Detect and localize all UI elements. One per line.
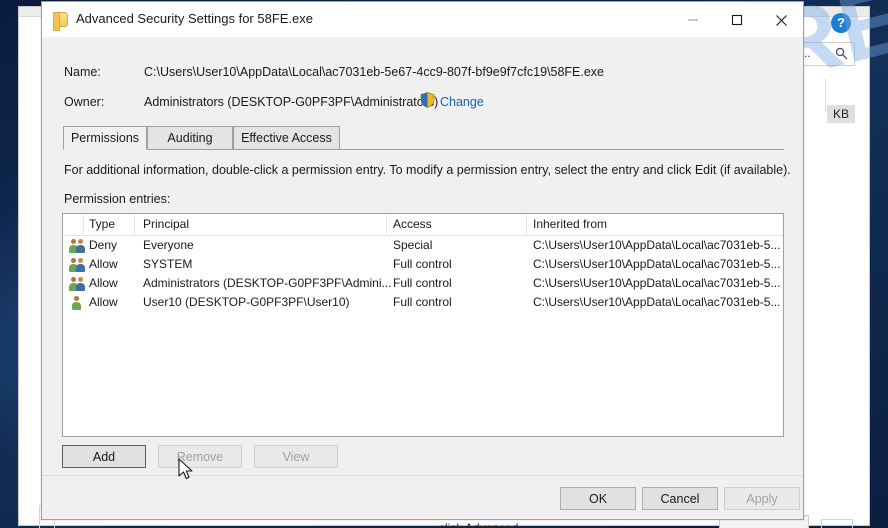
help-icon[interactable]: ? (831, 13, 851, 33)
background-panel-corner (821, 519, 853, 528)
tab-permissions-label: Permissions (70, 131, 140, 145)
info-text: For additional information, double-click… (64, 163, 791, 177)
row-inherited-from: C:\Users\User10\AppData\Local\ac7031eb-5… (533, 257, 781, 271)
background-footnote: click Advanced (439, 521, 519, 528)
row-inherited-from: C:\Users\User10\AppData\Local\ac7031eb-5… (533, 295, 781, 309)
file-size-badge: KB (826, 105, 855, 123)
name-value: C:\Users\User10\AppData\Local\ac7031eb-5… (144, 65, 604, 79)
row-principal: SYSTEM (143, 257, 193, 271)
minimize-icon[interactable] (671, 2, 715, 38)
row-type: Deny (89, 238, 118, 252)
desktop-background: ? -8... KB click Advanced MYANTISPYWARE.… (0, 0, 888, 528)
tab-effective-access[interactable]: Effective Access (233, 126, 340, 150)
ok-button[interactable]: OK (560, 487, 636, 510)
cancel-button[interactable]: Cancel (642, 487, 718, 510)
column-divider (83, 215, 84, 234)
row-inherited-from: C:\Users\User10\AppData\Local\ac7031eb-5… (533, 276, 781, 290)
row-principal: Everyone (143, 238, 194, 252)
permission-entries-label: Permission entries: (64, 192, 171, 206)
tab-effective-access-label: Effective Access (241, 131, 332, 145)
window-controls (671, 2, 803, 38)
row-access: Full control (393, 295, 452, 309)
table-row[interactable]: Deny Everyone Special C:\Users\User10\Ap… (63, 236, 783, 255)
table-row[interactable]: Allow User10 (DESKTOP-G0PF3PF\User10) Fu… (63, 293, 783, 312)
dialog-title: Advanced Security Settings for 58FE.exe (76, 11, 314, 26)
row-principal: Administrators (DESKTOP-G0PF3PF\Admini..… (143, 276, 392, 290)
change-owner-link[interactable]: Change (440, 95, 484, 109)
tab-strip: Permissions Auditing Effective Access (63, 126, 784, 150)
column-header-principal[interactable]: Principal (143, 217, 189, 231)
close-icon[interactable] (759, 2, 803, 38)
column-header-inherited-from[interactable]: Inherited from (533, 217, 607, 231)
row-principal: User10 (DESKTOP-G0PF3PF\User10) (143, 295, 350, 309)
table-row[interactable]: Allow Administrators (DESKTOP-G0PF3PF\Ad… (63, 274, 783, 293)
apply-button: Apply (724, 487, 800, 510)
advanced-security-settings-dialog: Advanced Security Settings for 58FE.exe … (41, 1, 804, 520)
owner-value: Administrators (DESKTOP-G0PF3PF\Administ… (144, 95, 439, 109)
dialog-body: Name: C:\Users\User10\AppData\Local\ac70… (42, 38, 803, 507)
tab-auditing[interactable]: Auditing (147, 126, 233, 150)
remove-button: Remove (158, 445, 242, 468)
row-type: Allow (89, 295, 118, 309)
column-header-type[interactable]: Type (89, 217, 115, 231)
tab-auditing-label: Auditing (167, 131, 213, 145)
column-divider (386, 215, 387, 234)
maximize-icon[interactable] (715, 2, 759, 38)
add-button[interactable]: Add (62, 445, 146, 468)
row-access: Full control (393, 257, 452, 271)
name-label: Name: (64, 65, 101, 79)
table-header: Type Principal Access Inherited from (63, 214, 783, 236)
permission-entries-list[interactable]: Type Principal Access Inherited from Den… (62, 213, 784, 437)
table-row[interactable]: Allow SYSTEM Full control C:\Users\User1… (63, 255, 783, 274)
tab-permissions[interactable]: Permissions (63, 126, 147, 150)
view-button: View (254, 445, 338, 468)
row-access: Full control (393, 276, 452, 290)
row-access: Special (393, 238, 433, 252)
column-header-access[interactable]: Access (393, 217, 432, 231)
owner-label: Owner: (64, 95, 105, 109)
dialog-footer: OK Cancel Apply (42, 475, 803, 519)
uac-shield-icon (420, 92, 435, 108)
column-divider (526, 215, 527, 234)
column-divider (134, 215, 135, 234)
dialog-title-bar: Advanced Security Settings for 58FE.exe (42, 2, 803, 38)
group-icon (69, 257, 85, 272)
row-type: Allow (89, 257, 118, 271)
group-icon (69, 238, 85, 253)
search-icon[interactable] (835, 47, 848, 63)
user-icon (69, 295, 85, 310)
divider (825, 79, 826, 111)
row-inherited-from: C:\Users\User10\AppData\Local\ac7031eb-5… (533, 238, 781, 252)
group-icon (69, 276, 85, 291)
row-type: Allow (89, 276, 118, 290)
folder-icon (53, 12, 68, 31)
